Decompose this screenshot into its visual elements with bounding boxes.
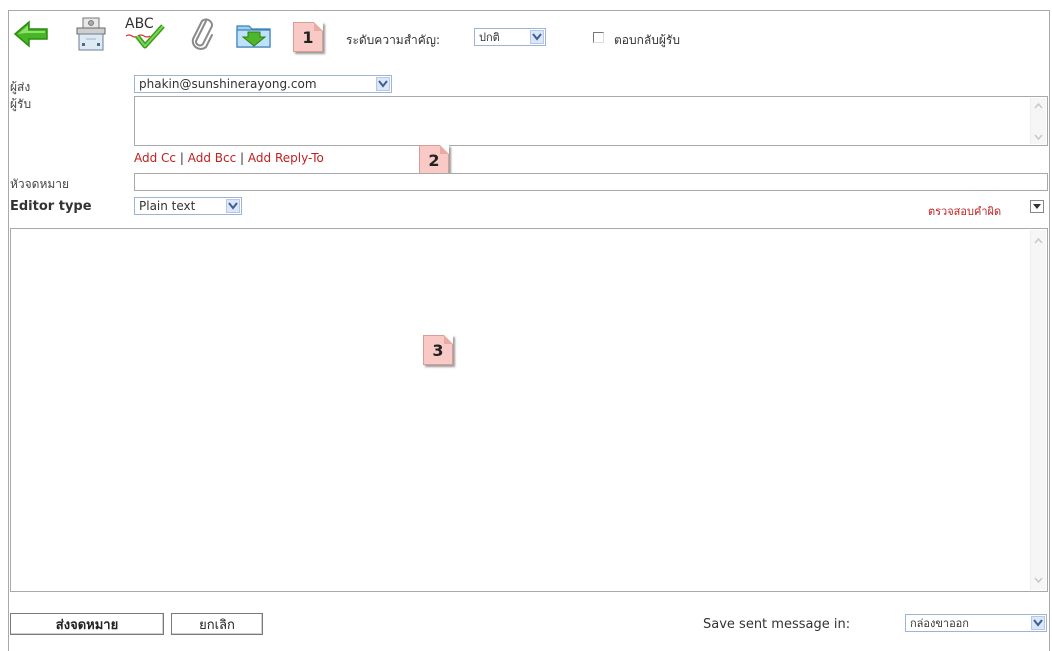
to-field[interactable] [134, 96, 1048, 146]
save-sent-label: Save sent message in: [703, 617, 851, 632]
send-button[interactable]: ส่งจดหมาย [10, 613, 164, 635]
save-sent-select-value: กล่องขาออก [910, 617, 969, 630]
back-arrow-icon[interactable] [12, 14, 52, 54]
from-select[interactable]: phakin@sunshinerayong.com [134, 75, 392, 93]
recipient-links: Add Cc | Add Bcc | Add Reply-To [134, 151, 324, 165]
body-scrollbar[interactable] [1030, 230, 1046, 590]
priority-label: ระดับความสำคัญ: [346, 33, 441, 47]
message-body[interactable] [10, 228, 1048, 592]
save-folder-icon[interactable] [234, 14, 274, 54]
editor-type-select-value: Plain text [139, 199, 196, 213]
callout-3-number: 3 [432, 340, 444, 360]
add-cc-link[interactable]: Add Cc [134, 151, 176, 165]
subject-label: หัวจดหมาย [10, 177, 70, 191]
add-reply-to-link[interactable]: Add Reply-To [248, 151, 324, 165]
chevron-down-icon [226, 199, 240, 213]
chevron-down-icon [376, 77, 390, 91]
cancel-button[interactable]: ยกเลิก [171, 613, 263, 635]
chevron-down-icon [530, 30, 544, 44]
priority-select[interactable]: ปกติ [474, 28, 546, 46]
subject-field[interactable] [134, 173, 1048, 191]
to-label: ผู้รับ [10, 97, 32, 111]
caret-down-icon [1033, 204, 1041, 209]
callout-1: 1 [293, 22, 323, 52]
callout-3: 3 [423, 335, 453, 365]
spellcheck-dropdown[interactable] [1030, 200, 1044, 213]
chevron-down-icon [1031, 616, 1045, 630]
callout-1-number: 1 [302, 27, 314, 47]
fax-icon[interactable] [74, 14, 108, 54]
to-scrollbar[interactable] [1030, 98, 1046, 144]
spellcheck-link[interactable]: ตรวจสอบคำผิด [928, 202, 1001, 220]
scroll-up-icon[interactable] [1031, 98, 1046, 113]
scroll-down-icon[interactable] [1031, 129, 1046, 144]
callout-2-number: 2 [428, 150, 440, 170]
from-select-value: phakin@sunshinerayong.com [139, 77, 317, 91]
separator: | [240, 151, 245, 165]
scroll-down-icon[interactable] [1031, 572, 1046, 587]
priority-select-value: ปกติ [479, 31, 500, 44]
return-receipt-label: ตอบกลับผู้รับ [614, 33, 680, 47]
callout-2: 2 [419, 145, 449, 175]
separator: | [179, 151, 184, 165]
add-bcc-link[interactable]: Add Bcc [188, 151, 236, 165]
editor-type-label: Editor type [10, 199, 92, 214]
editor-type-select[interactable]: Plain text [134, 197, 242, 215]
return-receipt-checkbox[interactable] [593, 32, 604, 43]
paperclip-icon[interactable] [185, 14, 219, 54]
spellcheck-icon[interactable]: ABC [122, 14, 170, 54]
save-sent-select[interactable]: กล่องขาออก [905, 614, 1047, 632]
scroll-up-icon[interactable] [1031, 233, 1046, 248]
